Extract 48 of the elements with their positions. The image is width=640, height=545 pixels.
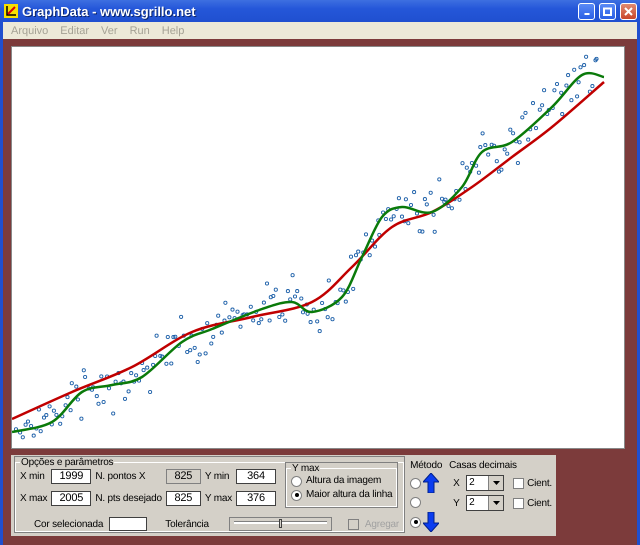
field-label: Tolerância [165, 518, 209, 530]
axis-label: X [453, 478, 461, 488]
minimize-icon [584, 13, 590, 15]
radio-button[interactable] [410, 497, 422, 508]
panel-title: Opções e parâmetros [20, 457, 114, 468]
input-field[interactable]: 825 [166, 490, 201, 506]
axis-label: Y [453, 498, 461, 508]
input-field: 825 [166, 469, 201, 484]
field-label: Y max [204, 492, 232, 504]
dropdown[interactable]: 2 [466, 475, 504, 491]
group-title: Método [410, 460, 444, 471]
field-label: X min [20, 471, 46, 482]
minimize-button[interactable] [578, 2, 595, 20]
color-swatch[interactable] [109, 517, 148, 531]
field-label: Cor selecionada [34, 518, 104, 530]
chart-icon [4, 4, 18, 18]
checkbox-label: Cient. [527, 498, 552, 508]
slider-thumb[interactable] [279, 519, 282, 528]
maximize-icon [603, 6, 612, 16]
radio-button[interactable] [291, 476, 302, 486]
close-icon [624, 6, 633, 16]
radio-button[interactable] [410, 478, 422, 488]
input-field[interactable]: 376 [236, 490, 276, 506]
maximize-button[interactable] [599, 2, 616, 20]
field-label: N. pontos X [95, 471, 146, 482]
up-arrow-icon [423, 473, 440, 493]
window-title: GraphData - www.sgrillo.net [22, 4, 197, 18]
input-field[interactable]: 1999 [51, 469, 92, 484]
option-label: Altura da imagem [306, 474, 382, 488]
radio-button[interactable] [410, 516, 422, 528]
close-button[interactable] [620, 2, 637, 20]
option-label: Maior altura da linha [306, 488, 392, 502]
down-arrow-icon [423, 512, 440, 532]
checkbox[interactable] [513, 498, 524, 508]
caret-icon [492, 501, 500, 505]
input-field[interactable]: 2005 [51, 490, 92, 506]
group-title: Casas decimais [449, 460, 518, 471]
checkbox[interactable] [513, 478, 524, 488]
group-title: Y max [291, 463, 320, 474]
field-label: X max [20, 492, 48, 504]
tolerance-slider[interactable] [228, 517, 332, 531]
dropdown[interactable]: 2 [466, 495, 504, 511]
radio-button[interactable] [291, 490, 302, 500]
checkbox-label: Cient. [527, 478, 552, 488]
input-field[interactable]: 364 [236, 469, 276, 484]
field-label: N. pts desejado [95, 492, 162, 504]
field-label: Y min [204, 471, 230, 482]
caret-icon [492, 481, 500, 485]
